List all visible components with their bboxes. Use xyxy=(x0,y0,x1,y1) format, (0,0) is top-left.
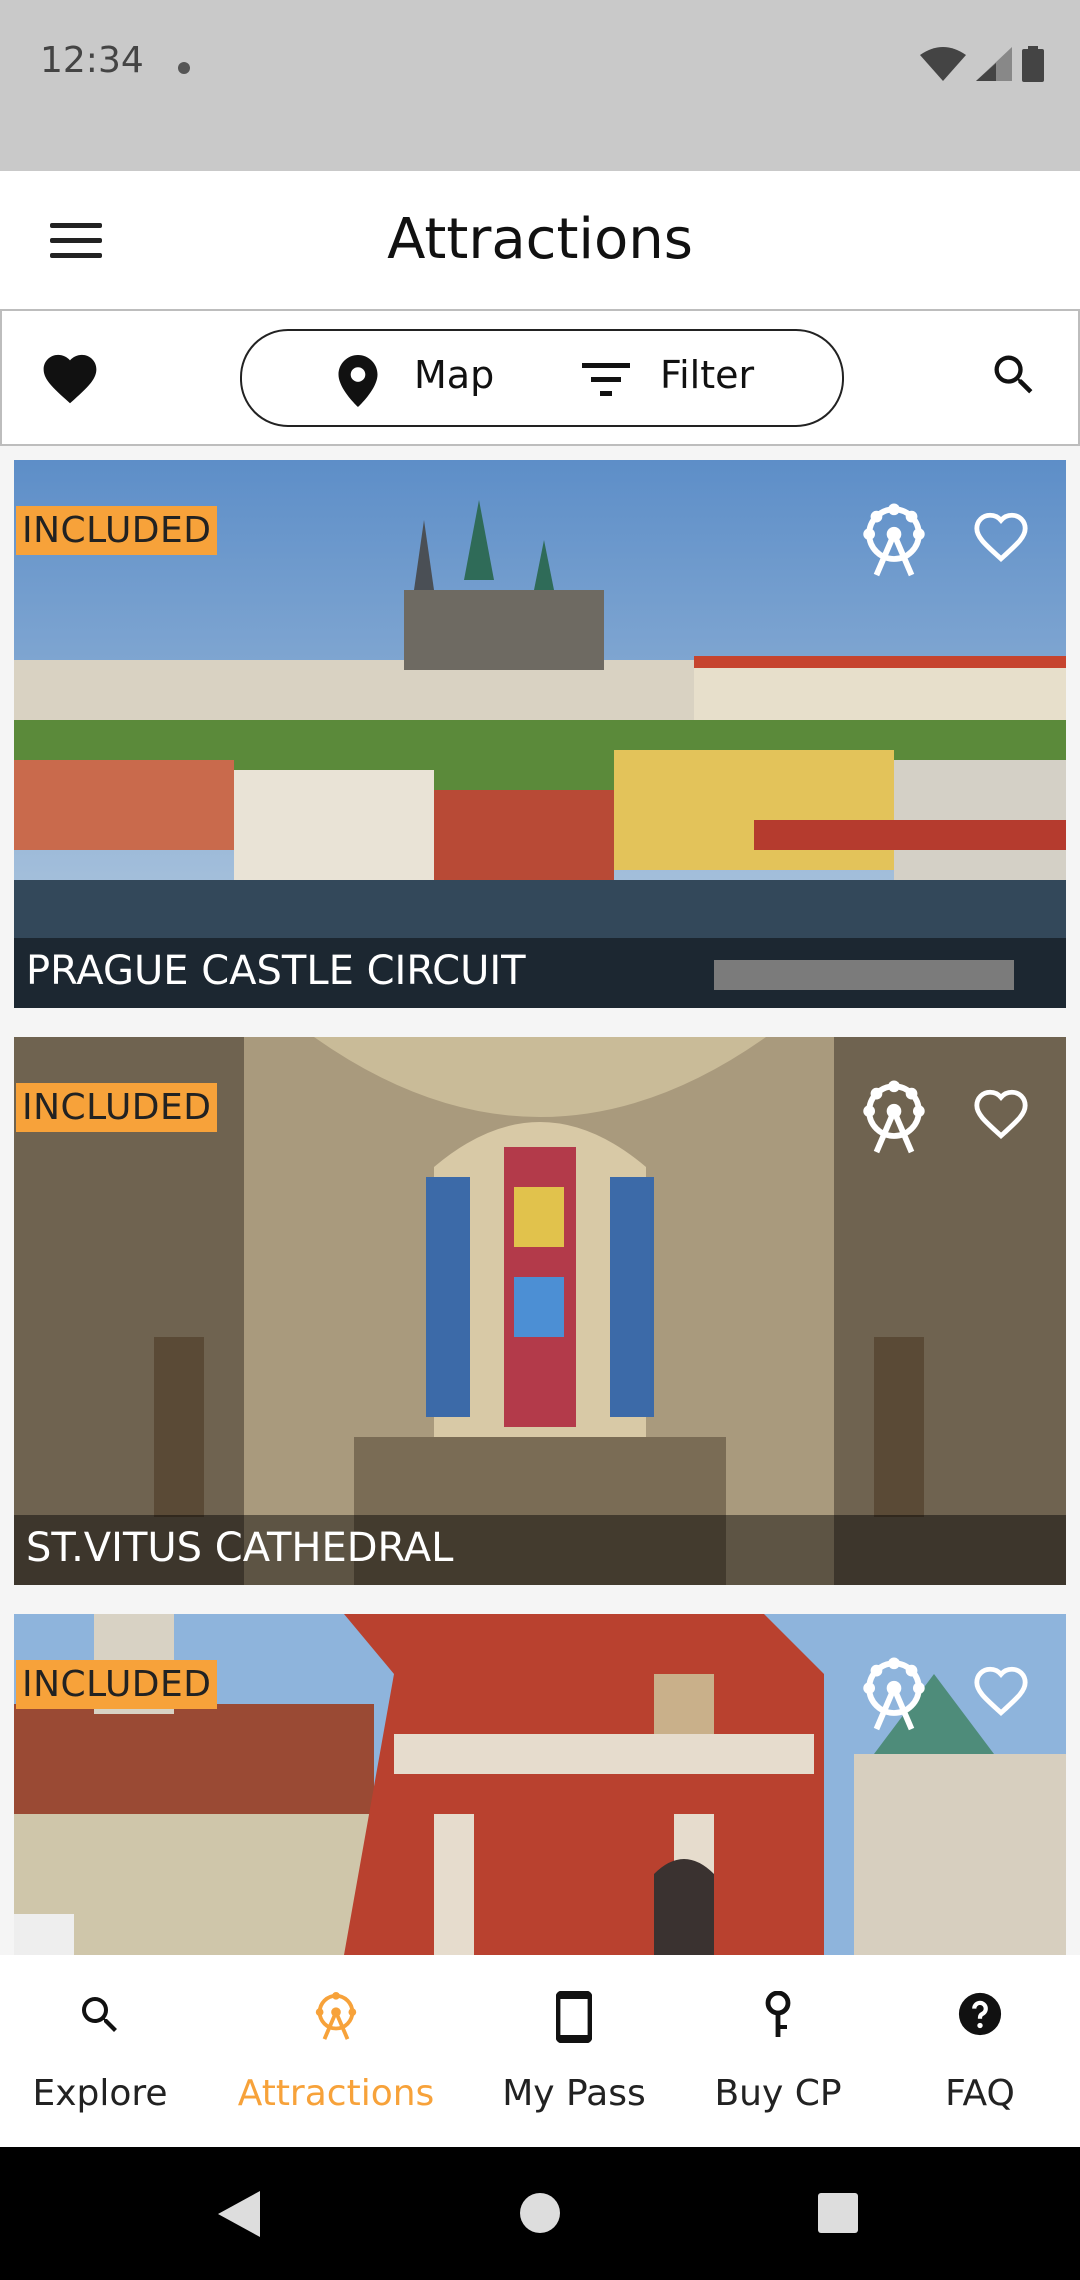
phone-icon xyxy=(556,1991,592,2043)
wifi-icon xyxy=(920,47,966,81)
attraction-caption: PRAGUE CASTLE CIRCUIT xyxy=(14,938,1066,1008)
nav-buy-cp[interactable]: Buy CP xyxy=(678,1955,878,2147)
key-icon xyxy=(765,1991,791,2037)
status-bar: 12:34 xyxy=(0,0,1080,171)
recents-icon[interactable] xyxy=(818,2193,858,2233)
nav-label: My Pass xyxy=(502,2073,646,2114)
attractions-icon xyxy=(315,1991,357,2040)
notification-dot-icon xyxy=(178,62,190,74)
included-badge: INCLUDED xyxy=(16,1660,218,1709)
attraction-name: PRAGUE CASTLE CIRCUIT xyxy=(26,948,526,994)
included-badge: INCLUDED xyxy=(16,1083,218,1132)
attractions-icon[interactable] xyxy=(858,1079,930,1155)
nav-label: Explore xyxy=(32,2073,168,2114)
help-icon xyxy=(958,1992,1002,2036)
map-filter-pill: Map Filter xyxy=(240,329,844,427)
attraction-card[interactable]: INCLUDED ST.VITUS CATHEDRAL xyxy=(14,1037,1066,1585)
favorite-heart-icon[interactable] xyxy=(972,1087,1030,1141)
attraction-card[interactable]: INCLUDED PRAGUE CASTLE CIRCUIT xyxy=(14,460,1066,1008)
attractions-icon[interactable] xyxy=(858,1656,930,1732)
filter-icon[interactable] xyxy=(582,361,630,397)
home-icon[interactable] xyxy=(520,2193,560,2233)
filter-toolbar: Map Filter xyxy=(0,309,1080,446)
status-icons xyxy=(920,46,1044,82)
attraction-name: ST.VITUS CATHEDRAL xyxy=(26,1525,454,1571)
system-navigation-bar xyxy=(0,2147,1080,2280)
attractions-icon[interactable] xyxy=(858,502,930,578)
nav-label: Attractions xyxy=(237,2073,435,2114)
attraction-card[interactable]: INCLUDED xyxy=(14,1614,1066,1955)
favorite-heart-icon[interactable] xyxy=(972,1664,1030,1718)
page-title: Attractions xyxy=(387,207,693,272)
nav-attractions[interactable]: Attractions xyxy=(236,1955,436,2147)
included-badge: INCLUDED xyxy=(16,506,218,555)
attraction-caption: ST.VITUS CATHEDRAL xyxy=(14,1515,1066,1585)
search-icon[interactable] xyxy=(988,349,1040,401)
favorites-heart-icon[interactable] xyxy=(38,347,102,407)
back-icon[interactable] xyxy=(218,2191,260,2237)
battery-icon xyxy=(1022,46,1044,82)
nav-explore[interactable]: Explore xyxy=(0,1955,200,2147)
favorite-heart-icon[interactable] xyxy=(972,510,1030,564)
nav-label: FAQ xyxy=(945,2073,1015,2114)
map-pin-icon[interactable] xyxy=(338,355,378,407)
map-button[interactable]: Map xyxy=(414,353,494,397)
filter-button[interactable]: Filter xyxy=(660,353,754,397)
status-time: 12:34 xyxy=(40,40,144,81)
app-bar: Attractions xyxy=(0,171,1080,309)
bottom-navigation: Explore Attractions My Pass Buy CP FAQ xyxy=(0,1955,1080,2147)
signal-icon xyxy=(976,47,1012,81)
nav-label: Buy CP xyxy=(714,2073,842,2114)
nav-my-pass[interactable]: My Pass xyxy=(474,1955,674,2147)
nav-faq[interactable]: FAQ xyxy=(880,1955,1080,2147)
search-icon xyxy=(82,1997,117,2032)
